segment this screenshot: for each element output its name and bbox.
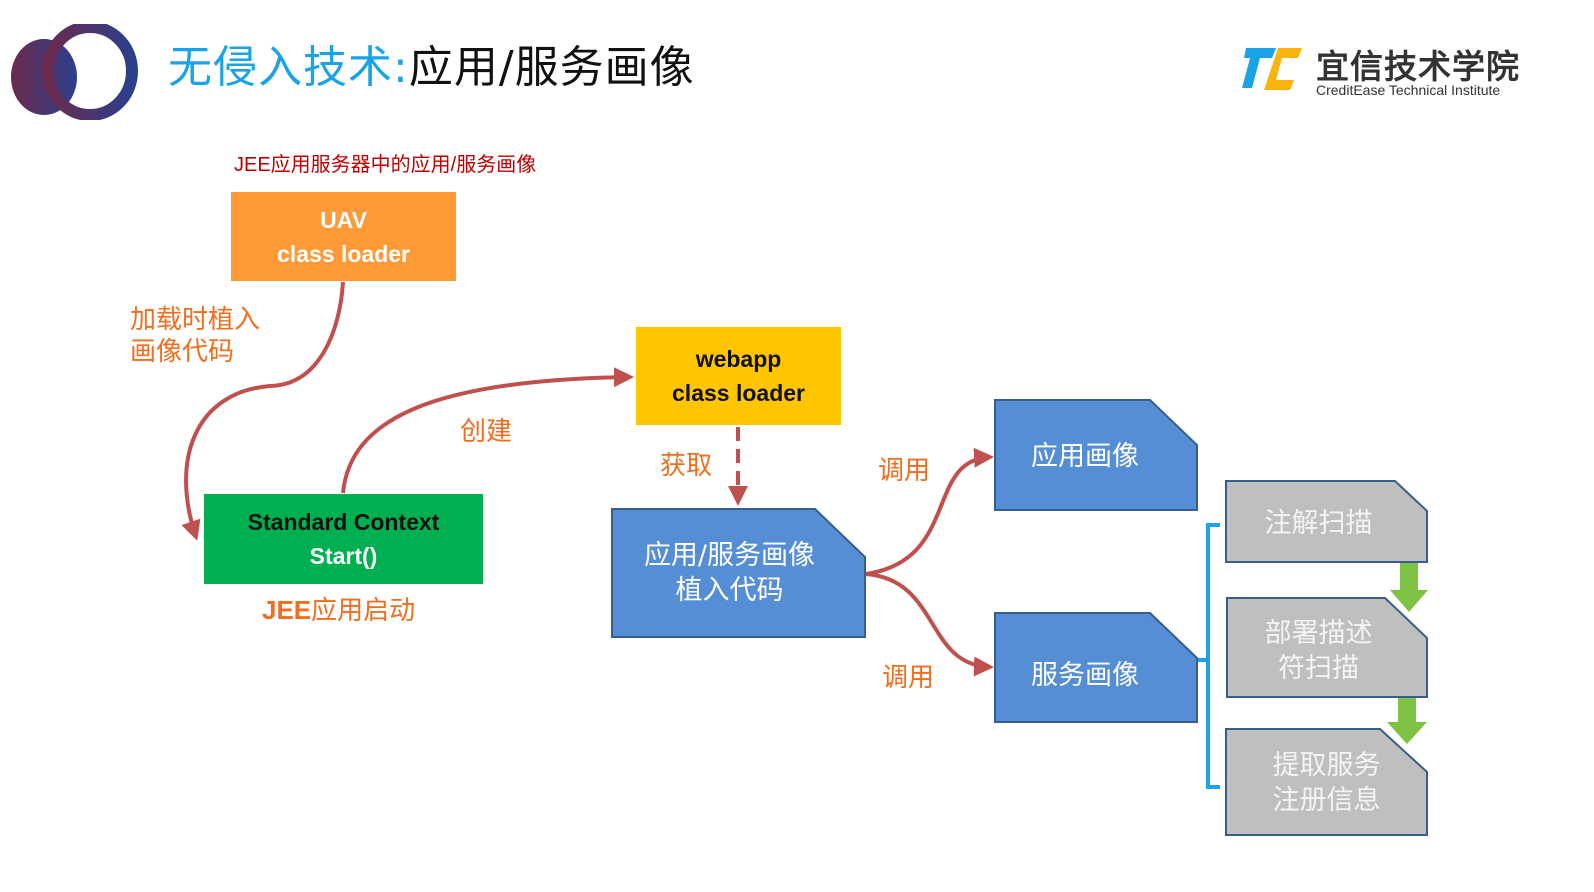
webapp-line2: class loader: [672, 380, 805, 406]
app-profile-label: 应用画像: [1031, 441, 1139, 472]
uav-line2: class loader: [277, 240, 410, 267]
extract-registration-line1: 提取服务: [1272, 750, 1381, 781]
service-profile-label: 服务画像: [1031, 660, 1139, 691]
standard-context-node: Standard Context Start(): [204, 494, 483, 584]
down-arrow-1-icon: [1390, 563, 1428, 612]
label-jee-prefix: JEE: [262, 595, 312, 625]
label-load-inject-line2: 画像代码: [130, 337, 235, 367]
app-profile-node: 应用画像: [995, 439, 1175, 474]
inject-code-line1: 应用/服务画像: [643, 540, 816, 571]
webapp-class-loader-node: webapp class loader: [636, 327, 841, 425]
inject-code-line2: 植入代码: [675, 575, 784, 606]
webapp-line1: webapp: [695, 346, 782, 372]
label-jee-start: JEE应用启动: [262, 594, 415, 627]
down-arrow-2-icon: [1387, 697, 1427, 744]
label-call-service: 调用: [882, 663, 935, 693]
scan-bracket: [1198, 523, 1220, 789]
standard-context-line2: Start(): [309, 543, 378, 569]
label-load-inject-line1: 加载时植入: [130, 305, 261, 335]
extract-registration-line2: 注册信息: [1272, 785, 1381, 816]
service-profile-node: 服务画像: [995, 658, 1175, 693]
extract-registration-node: 提取服务 注册信息: [1234, 748, 1419, 818]
label-jee-suffix: 应用启动: [311, 596, 416, 626]
annotation-scan-label: 注解扫描: [1264, 508, 1373, 539]
descriptor-scan-node: 部署描述 符扫描: [1226, 616, 1411, 686]
label-load-inject: 加载时植入 画像代码: [130, 304, 260, 368]
standard-context-line1: Standard Context: [247, 509, 440, 535]
label-call-app: 调用: [878, 456, 931, 486]
label-get: 获取: [660, 451, 713, 481]
uav-line1: UAV: [320, 206, 367, 233]
descriptor-scan-line1: 部署描述: [1264, 618, 1373, 649]
inject-code-node: 应用/服务画像 植入代码: [612, 538, 847, 608]
descriptor-scan-line2: 符扫描: [1278, 653, 1359, 684]
uav-class-loader-node: UAV class loader: [231, 192, 456, 281]
annotation-scan-node: 注解扫描: [1226, 506, 1411, 541]
arrow-inject-to-service: [865, 572, 994, 677]
label-create: 创建: [460, 417, 513, 447]
